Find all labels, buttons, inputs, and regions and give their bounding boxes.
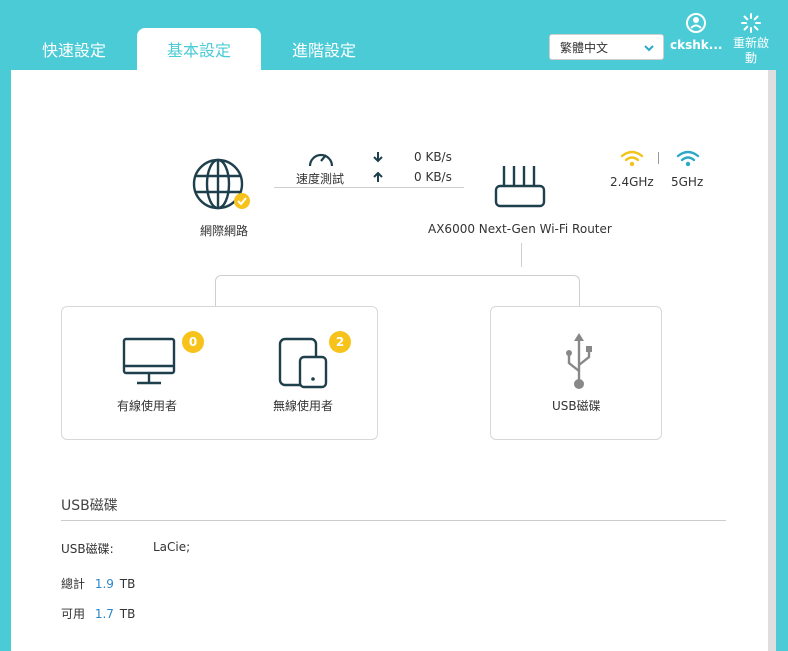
usb-icon — [566, 333, 592, 389]
top-bar: 快速設定 基本設定 進階設定 繁體中文 ckshk... 重新啟動 — [0, 0, 788, 70]
wifi-5ghz-icon — [676, 150, 700, 167]
reboot-label: 重新啟動 — [732, 36, 769, 65]
total-label: 總計 — [61, 577, 86, 591]
mobile-devices-icon — [278, 337, 328, 389]
total-unit: TB — [119, 577, 136, 591]
globe-icon — [192, 158, 250, 210]
chevron-down-icon — [644, 45, 654, 52]
download-arrow-icon — [373, 152, 383, 163]
account-name: ckshk... — [670, 38, 723, 52]
band-5ghz-label: 5GHz — [671, 175, 704, 189]
usb-label: USB磁碟 — [552, 399, 601, 413]
internet-label: 網際網路 — [199, 224, 248, 238]
free-unit: TB — [119, 607, 136, 621]
tab-quick-setup[interactable]: 快速設定 — [14, 28, 134, 70]
speedometer-icon — [308, 153, 334, 167]
router-connector — [521, 243, 522, 267]
usb-section-divider — [61, 520, 726, 521]
internet-node[interactable] — [191, 158, 253, 218]
usb-section-title: USB磁碟 — [61, 498, 118, 514]
usb-disk-value: LaCie; — [153, 540, 191, 554]
router-icon — [494, 166, 546, 208]
tab-basic[interactable]: 基本設定 — [137, 28, 261, 70]
download-speed: 0 KB/s — [414, 150, 452, 164]
reboot-icon — [741, 13, 761, 33]
speed-test-label: 速度測試 — [296, 172, 345, 186]
free-row: 可用 1.7 TB — [61, 605, 135, 622]
account-button[interactable]: ckshk... — [670, 12, 722, 52]
free-label: 可用 — [61, 607, 86, 621]
router-node[interactable] — [492, 162, 548, 214]
reboot-button[interactable]: 重新啟動 — [728, 12, 774, 66]
language-selected-value: 繁體中文 — [560, 40, 609, 55]
wired-clients-button[interactable] — [122, 337, 178, 393]
free-value: 1.7 — [94, 607, 114, 621]
usb-disk-label: USB磁碟: — [61, 542, 114, 556]
wired-clients-label: 有線使用者 — [117, 399, 178, 413]
monitor-icon — [122, 337, 176, 385]
upload-arrow-icon — [373, 171, 383, 182]
router-name: AX6000 Next-Gen Wi-Fi Router — [428, 222, 612, 236]
speed-divider — [274, 187, 464, 188]
language-select[interactable]: 繁體中文 — [549, 34, 664, 60]
total-row: 總計 1.9 TB — [61, 575, 135, 592]
wireless-count-badge: 2 — [329, 331, 351, 353]
wifi-24ghz-icon — [620, 150, 644, 167]
total-value: 1.9 — [94, 577, 114, 591]
wired-count-badge: 0 — [182, 331, 204, 353]
wireless-clients-button[interactable] — [278, 337, 330, 393]
tab-advanced[interactable]: 進階設定 — [264, 28, 384, 70]
band-24ghz-label: 2.4GHz — [610, 175, 654, 189]
scrollbar[interactable] — [768, 70, 776, 651]
wireless-clients-label: 無線使用者 — [273, 399, 334, 413]
clients-card — [61, 306, 378, 440]
branch-connector — [215, 275, 580, 307]
band-separator — [658, 152, 659, 164]
upload-speed: 0 KB/s — [414, 170, 452, 184]
account-icon — [686, 13, 706, 33]
